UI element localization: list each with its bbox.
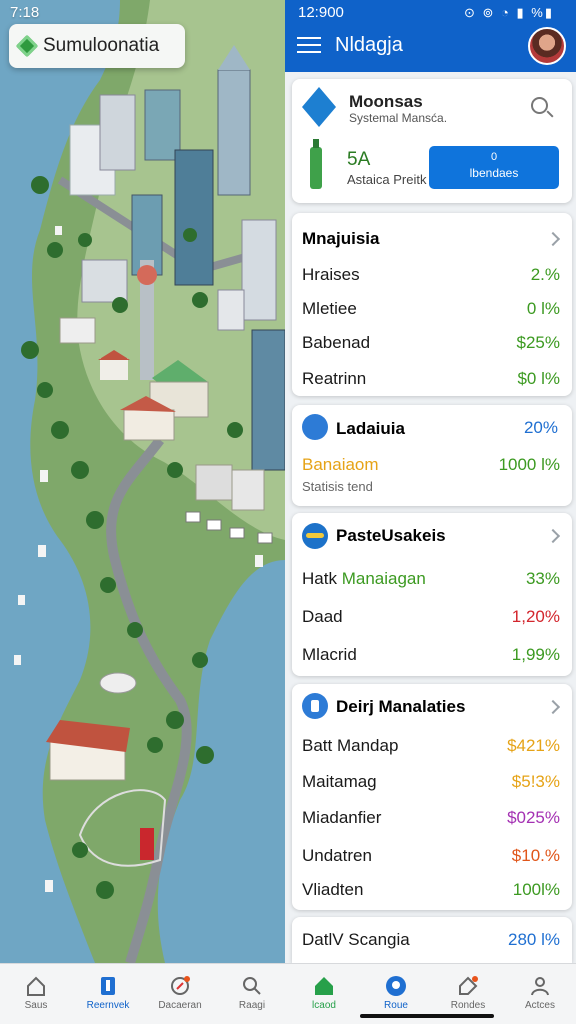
list-item: Hatk Manaiagan 33% — [302, 569, 560, 588]
list-item: Mlacrid 1,99% — [302, 645, 560, 664]
markets-title: Mnajuisia — [302, 229, 380, 248]
nav-item-dacaeran[interactable]: Dacaeran — [144, 964, 216, 1024]
summary-action-button[interactable]: 0 lbendaes — [429, 146, 559, 189]
dashboard-panel: 12:900 ⊙ ⊚ ◔ ▮ %▮ Nldagja Moonsas System… — [285, 0, 576, 963]
button-label: lbendaes — [469, 166, 519, 180]
compass-icon — [171, 976, 190, 995]
tag-icon — [459, 976, 478, 995]
list-item: Vliadten 100l% — [302, 880, 560, 899]
summary-big-value: 5A — [347, 149, 371, 170]
deiry-card[interactable]: Deirj Manalaties Batt Mandap $421% Maitam… — [292, 684, 572, 910]
paste-card[interactable]: PasteUsakeis Hatk Manaiagan 33% Daad 1,20%… — [292, 513, 572, 676]
markets-card[interactable]: Mnajuisia Hraises 2.% Mletiee 0 l% Babenad… — [292, 213, 572, 396]
deiry-title: Deirj Manalaties — [336, 697, 466, 716]
map-illustration — [0, 0, 285, 963]
ladaiuia-card[interactable]: Ladaiuia 20% Banaiaom 1000 l% Statisis te… — [292, 405, 572, 506]
airline-logo-icon — [302, 523, 328, 549]
chevron-right-icon[interactable] — [545, 528, 561, 544]
list-item: Undatren $10.% — [302, 846, 560, 865]
list-item: Babenad $25% — [302, 333, 560, 352]
list-item: Reatrinn $0 l% — [302, 369, 560, 388]
ladaiuia-footnote: Statisis tend — [302, 479, 373, 494]
summary-title: Moonsas — [349, 92, 423, 111]
search-icon — [243, 977, 261, 995]
status-icons: ⊙ ⊚ ◔ ▮ %▮ — [464, 5, 554, 20]
pen-icon — [101, 977, 115, 995]
building-icon — [302, 414, 328, 440]
person-icon — [531, 977, 549, 996]
app-bar: 12:900 ⊙ ⊚ ◔ ▮ %▮ Nldagja — [285, 0, 576, 72]
list-item: Banaiaom 1000 l% — [302, 455, 560, 474]
paste-title: PasteUsakeis — [336, 526, 446, 545]
status-time-right: 12:900 — [298, 4, 344, 21]
ladaiuia-title: Ladaiuia — [336, 419, 405, 438]
list-item: Batt Mandap $421% — [302, 736, 560, 755]
home-icon — [315, 977, 333, 995]
ladaiuia-value: 20% — [523, 418, 558, 437]
list-item: Daad 1,20% — [302, 607, 560, 626]
menu-icon[interactable] — [297, 37, 321, 53]
bottle-icon — [310, 139, 322, 189]
location-chip[interactable]: Sumuloonatia — [9, 24, 185, 68]
button-number: 0 — [490, 151, 498, 163]
list-item: Miadanfier $025% — [302, 808, 560, 827]
nav-item-raagi[interactable]: Raagi — [216, 964, 288, 1024]
summary-big-label: Astaica Preitk — [347, 172, 427, 187]
status-time: 7:18 — [10, 4, 40, 21]
document-icon — [302, 693, 328, 719]
nav-item-lcaod[interactable]: lcaod — [288, 964, 360, 1024]
list-item: Mletiee 0 l% — [302, 299, 560, 318]
bottom-summary-card[interactable]: DatlV Scangia 280 l% — [292, 917, 572, 963]
nav-item-reernvek[interactable]: Reernvek — [72, 964, 144, 1024]
nav-item-actces[interactable]: Actces — [504, 964, 576, 1024]
nav-item-saus[interactable]: Saus — [0, 964, 72, 1024]
app-screen: 7:18 Sumuloonatia 12:900 ⊙ ⊚ ◔ ▮ %▮ Nlda… — [0, 0, 576, 1024]
home-indicator[interactable] — [360, 1014, 494, 1018]
list-item: Hraises 2.% — [302, 265, 560, 284]
avatar[interactable] — [528, 27, 566, 65]
city-map[interactable]: 7:18 Sumuloonatia — [0, 0, 285, 963]
app-title: Nldagja — [335, 34, 403, 56]
summary-card: Moonsas Systemal Mansća. 5A Astaica Prei… — [292, 79, 572, 203]
chevron-right-icon[interactable] — [545, 231, 561, 247]
location-icon — [386, 976, 406, 996]
search-icon[interactable] — [531, 97, 548, 114]
list-item: DatlV Scangia 280 l% — [302, 930, 560, 949]
diamond-logo-icon — [302, 87, 336, 127]
chevron-right-icon[interactable] — [545, 699, 561, 715]
summary-subtitle: Systemal Mansća. — [349, 111, 448, 125]
location-chip-label: Sumuloonatia — [43, 35, 160, 56]
diamond-logo-icon — [15, 34, 39, 58]
home-outline-icon — [27, 976, 45, 996]
list-item: Maitamag $5!3% — [302, 772, 560, 791]
